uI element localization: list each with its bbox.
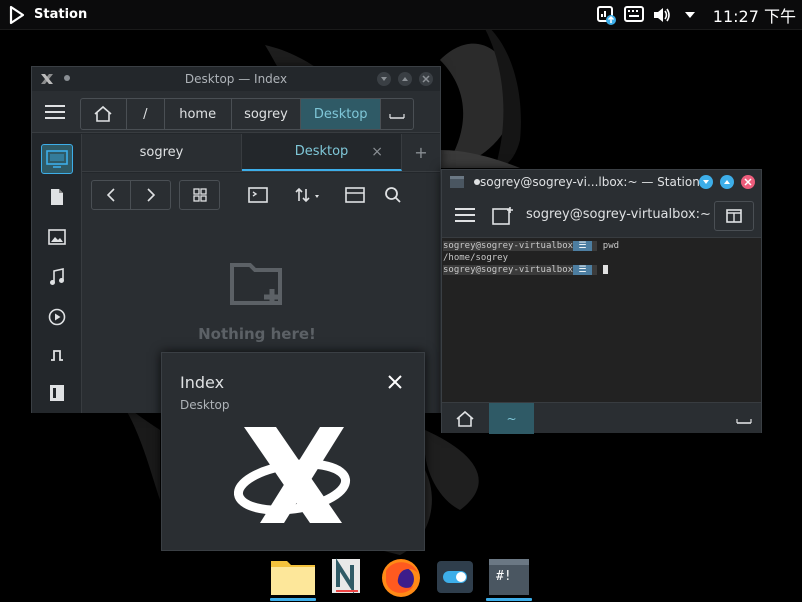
search-icon[interactable] bbox=[379, 181, 407, 209]
sidebar-item-panel[interactable] bbox=[41, 378, 73, 408]
fm-view-toolbar bbox=[82, 173, 440, 217]
menu-arrow-icon[interactable] bbox=[679, 4, 701, 26]
system-tray: 11:27 下午 bbox=[595, 3, 796, 27]
popup-subtitle: Desktop bbox=[180, 398, 230, 412]
dock-item-terminal[interactable]: #! bbox=[484, 557, 534, 601]
terminal-line: sogrey@sogrey-virtualbox ☰ pwd bbox=[443, 241, 620, 251]
breadcrumb-home[interactable]: home bbox=[165, 99, 232, 129]
dock-item-settings[interactable] bbox=[430, 557, 480, 601]
minimize-button[interactable] bbox=[377, 72, 391, 86]
image-icon bbox=[48, 229, 66, 245]
terminal-titlebar[interactable]: sogrey@sogrey-vi...lbox:~ — Station bbox=[442, 170, 761, 194]
forward-button[interactable] bbox=[131, 181, 170, 209]
breadcrumb-desktop[interactable]: Desktop bbox=[301, 99, 382, 129]
running-indicator bbox=[270, 598, 316, 601]
clock[interactable]: 11:27 下午 bbox=[713, 3, 796, 27]
empty-message: Nothing here! bbox=[198, 325, 316, 343]
breadcrumb-sogrey[interactable]: sogrey bbox=[232, 99, 302, 129]
firefox-icon bbox=[382, 559, 420, 597]
view-mode-group bbox=[179, 180, 220, 210]
grid-view-button[interactable] bbox=[180, 181, 219, 209]
tab-sogrey[interactable]: sogrey bbox=[82, 134, 242, 171]
terminal-session-label: sogrey@sogrey-virtualbox:~ bbox=[526, 207, 711, 222]
breadcrumb: / home sogrey Desktop bbox=[80, 98, 414, 130]
sidebar-item-downloads[interactable] bbox=[41, 340, 73, 370]
sidebar-item-pictures[interactable] bbox=[41, 222, 73, 252]
launcher-icon[interactable] bbox=[8, 5, 26, 25]
new-tab-icon[interactable] bbox=[492, 206, 514, 230]
about-popup: Index Desktop bbox=[161, 352, 425, 551]
tab-label: sogrey bbox=[139, 145, 184, 160]
notes-icon bbox=[332, 558, 360, 594]
video-icon bbox=[48, 308, 66, 326]
downloads-icon bbox=[51, 350, 63, 361]
terminal-icon-text: #! bbox=[496, 569, 512, 584]
split-terminal-button[interactable] bbox=[714, 201, 754, 231]
hamburger-menu-icon[interactable] bbox=[45, 105, 65, 119]
dock: #! bbox=[262, 553, 542, 602]
app-logo-icon bbox=[234, 427, 351, 523]
path-edit-icon[interactable] bbox=[728, 403, 760, 434]
history-nav bbox=[91, 180, 171, 210]
volume-icon[interactable] bbox=[651, 4, 673, 26]
desktop-icon bbox=[46, 150, 68, 168]
popup-title: Index bbox=[180, 373, 225, 392]
fm-toolbar: / home sogrey Desktop bbox=[32, 91, 440, 133]
home-icon[interactable] bbox=[81, 99, 127, 129]
maximize-button[interactable] bbox=[398, 72, 412, 86]
active-app-name: Station bbox=[34, 7, 88, 22]
tab-bar: sogrey Desktop × + bbox=[82, 134, 440, 172]
sidebar-item-documents[interactable] bbox=[41, 182, 73, 212]
terminal-line: sogrey@sogrey-virtualbox ☰ bbox=[443, 264, 760, 276]
network-icon[interactable] bbox=[595, 4, 617, 26]
close-button[interactable] bbox=[741, 175, 755, 189]
dock-item-notes[interactable] bbox=[322, 557, 372, 601]
path-edit-icon[interactable] bbox=[381, 99, 413, 129]
document-icon bbox=[51, 189, 63, 205]
fm-titlebar[interactable]: Desktop — Index bbox=[32, 67, 440, 91]
terminal-line: /home/sogrey bbox=[443, 253, 509, 263]
new-folder-icon bbox=[230, 263, 282, 305]
sidebar-item-videos[interactable] bbox=[41, 302, 73, 332]
music-icon bbox=[50, 268, 64, 285]
breadcrumb-root[interactable]: / bbox=[127, 99, 165, 129]
new-tab-button[interactable]: + bbox=[402, 134, 440, 171]
maximize-button[interactable] bbox=[720, 175, 734, 189]
sidebar-item-music[interactable] bbox=[41, 262, 73, 292]
terminal-window: sogrey@sogrey-vi...lbox:~ — Station sogr… bbox=[441, 169, 762, 434]
terminal-title: sogrey@sogrey-vi...lbox:~ — Station bbox=[480, 175, 700, 189]
terminal-tab-home[interactable]: ~ bbox=[489, 403, 534, 434]
back-button[interactable] bbox=[92, 181, 131, 209]
files-icon bbox=[271, 561, 315, 595]
terminal-tabbar: ~ bbox=[442, 402, 761, 434]
tab-close-icon[interactable]: × bbox=[371, 144, 383, 160]
terminal-output[interactable]: sogrey@sogrey-virtualbox ☰ pwd /home/sog… bbox=[442, 238, 761, 402]
tab-desktop[interactable]: Desktop × bbox=[242, 134, 402, 171]
terminal-toolbar: sogrey@sogrey-virtualbox:~ bbox=[442, 194, 761, 238]
dock-item-firefox[interactable] bbox=[376, 557, 426, 601]
running-indicator bbox=[486, 598, 532, 601]
dock-item-files[interactable] bbox=[268, 557, 318, 601]
close-button[interactable] bbox=[419, 72, 433, 86]
top-panel: Station 11:27 下午 bbox=[0, 0, 802, 30]
places-sidebar bbox=[32, 134, 82, 413]
tab-label: Desktop bbox=[294, 144, 349, 159]
keyboard-icon[interactable] bbox=[623, 4, 645, 26]
split-view-icon[interactable] bbox=[341, 181, 369, 209]
sidebar-item-desktop[interactable] bbox=[41, 144, 73, 174]
text-cursor bbox=[602, 265, 608, 274]
panel-icon bbox=[50, 385, 64, 401]
sort-icon[interactable] bbox=[292, 181, 328, 209]
close-icon[interactable] bbox=[386, 373, 404, 391]
minimize-button[interactable] bbox=[699, 175, 713, 189]
hamburger-menu-icon[interactable] bbox=[455, 208, 475, 222]
terminal-toggle-icon[interactable] bbox=[244, 181, 272, 209]
home-icon[interactable] bbox=[442, 403, 488, 434]
settings-toggle-icon bbox=[437, 561, 473, 593]
